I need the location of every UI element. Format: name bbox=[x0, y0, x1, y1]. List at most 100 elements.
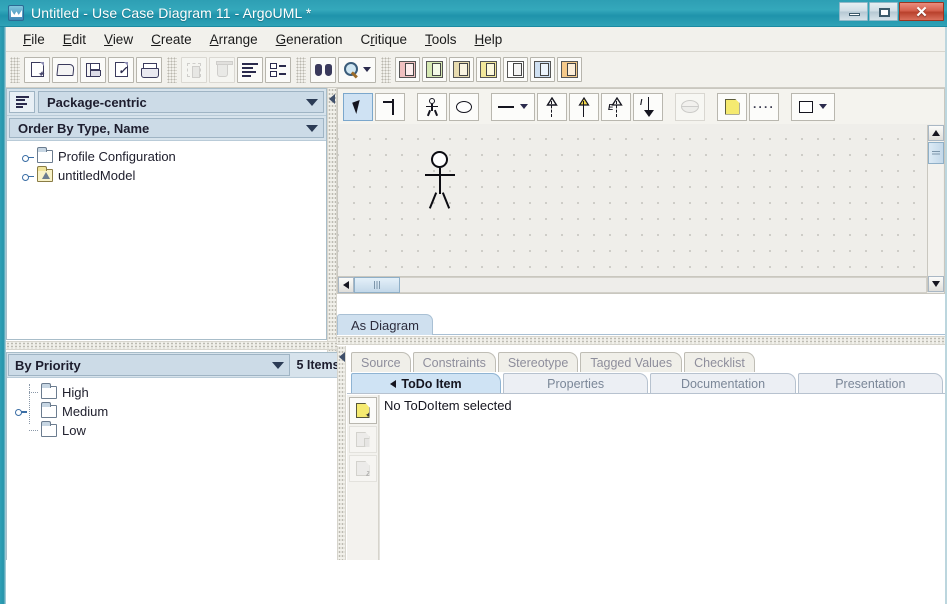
align-button[interactable] bbox=[237, 56, 263, 83]
todo-priority-combo[interactable]: By Priority bbox=[8, 354, 290, 376]
find-button[interactable] bbox=[310, 56, 336, 83]
include-tool-button[interactable]: E bbox=[601, 92, 631, 121]
tree-item-profile-configuration[interactable]: Profile Configuration bbox=[13, 147, 326, 166]
toolbar-grip-2[interactable] bbox=[167, 56, 177, 83]
expander-icon[interactable] bbox=[21, 149, 37, 165]
maximize-button[interactable] bbox=[869, 2, 898, 21]
splitter-collapse-icon-2[interactable] bbox=[339, 352, 345, 362]
tree-item-untitled-model[interactable]: untitledModel bbox=[13, 166, 326, 185]
package-tool-button[interactable] bbox=[675, 92, 705, 121]
tab-todo-item[interactable]: ToDo Item bbox=[351, 373, 501, 393]
chevron-down-icon-2[interactable] bbox=[306, 124, 318, 132]
todo-item-low[interactable]: Low bbox=[7, 421, 345, 440]
resolve-todo-item-button[interactable]: z bbox=[348, 455, 377, 482]
select-tool-button[interactable] bbox=[343, 92, 373, 121]
association-tool-button[interactable] bbox=[491, 92, 535, 121]
broom-tool-button[interactable] bbox=[375, 92, 405, 121]
toolbar-grip-4[interactable] bbox=[381, 56, 391, 83]
tab-properties[interactable]: Properties bbox=[503, 373, 649, 393]
tab-presentation[interactable]: Presentation bbox=[797, 373, 943, 393]
tab-constraints[interactable]: Constraints bbox=[412, 352, 496, 372]
scroll-left-button[interactable] bbox=[338, 277, 354, 293]
tab-checklist[interactable]: Checklist bbox=[684, 352, 755, 372]
horizontal-scroll-thumb[interactable] bbox=[354, 277, 400, 293]
generalization-tool-button[interactable] bbox=[537, 92, 567, 121]
chevron-down-icon[interactable] bbox=[306, 98, 318, 106]
open-button[interactable] bbox=[52, 56, 78, 83]
menu-create[interactable]: Create bbox=[142, 30, 201, 49]
usecase-diagram-button[interactable] bbox=[395, 57, 420, 82]
new-todo-item-button[interactable]: ✦ bbox=[348, 397, 377, 424]
back-arrow-icon[interactable] bbox=[390, 379, 397, 388]
folder-icon-low bbox=[41, 421, 57, 437]
class-diagram-button[interactable] bbox=[422, 57, 447, 82]
tab-documentation-label: Documentation bbox=[680, 376, 766, 391]
minimize-button[interactable] bbox=[839, 2, 868, 21]
order-combo[interactable]: Order By Type, Name bbox=[9, 118, 324, 138]
menu-view[interactable]: View bbox=[95, 30, 142, 49]
collaboration-diagram-button[interactable] bbox=[476, 57, 501, 82]
save-button[interactable] bbox=[80, 56, 106, 83]
menu-arrange[interactable]: Arrange bbox=[201, 30, 267, 49]
vertical-scroll-thumb[interactable] bbox=[928, 142, 944, 164]
import-icon: ✓ bbox=[114, 61, 128, 77]
menu-generation[interactable]: Generation bbox=[267, 30, 352, 49]
zoom-dropdown-icon[interactable] bbox=[362, 67, 371, 72]
association-line-icon bbox=[498, 105, 514, 108]
perspective-combo[interactable]: Package-centric bbox=[38, 91, 324, 113]
print-button[interactable] bbox=[136, 56, 162, 83]
comment-tool-button[interactable] bbox=[717, 92, 747, 121]
activity-diagram-button[interactable] bbox=[530, 57, 555, 82]
deployment-diagram-button[interactable] bbox=[557, 57, 582, 82]
chevron-down-icon-3[interactable] bbox=[272, 361, 284, 369]
expander-icon-2[interactable] bbox=[21, 168, 37, 184]
comment-link-tool-button[interactable]: ···· bbox=[749, 92, 779, 121]
menu-critique[interactable]: Critique bbox=[351, 30, 416, 49]
properties-button[interactable] bbox=[265, 56, 291, 83]
tab-documentation[interactable]: Documentation bbox=[650, 373, 796, 393]
import-button[interactable]: ✓ bbox=[108, 56, 134, 83]
sequence-diagram-button[interactable] bbox=[449, 57, 474, 82]
tab-stereotype[interactable]: Stereotype bbox=[497, 352, 579, 372]
toolbar-grip[interactable] bbox=[10, 56, 20, 83]
zoom-button[interactable] bbox=[338, 56, 376, 83]
rectangle-tool-button[interactable] bbox=[791, 92, 835, 121]
delete-todo-item-button[interactable] bbox=[348, 426, 377, 453]
diagram-canvas[interactable] bbox=[337, 124, 945, 294]
delete-button[interactable] bbox=[209, 56, 235, 83]
scroll-up-button[interactable] bbox=[928, 125, 944, 141]
horizontal-splitter-left[interactable] bbox=[6, 341, 337, 350]
horizontal-splitter-right[interactable] bbox=[337, 336, 945, 345]
tree-connector-high bbox=[29, 392, 38, 393]
statechart-diagram-button[interactable] bbox=[503, 57, 528, 82]
splitter-collapse-icon[interactable] bbox=[329, 94, 335, 104]
usecase-tool-button[interactable] bbox=[449, 92, 479, 121]
dependency-tool-button[interactable]: I bbox=[633, 92, 663, 121]
window-title-bar: Untitled - Use Case Diagram 11 - ArgoUML… bbox=[0, 0, 947, 27]
todo-item-medium[interactable]: Medium bbox=[7, 402, 345, 421]
association-dropdown-icon[interactable] bbox=[520, 104, 528, 109]
menu-file[interactable]: File bbox=[14, 30, 54, 49]
toolbar-grip-3[interactable] bbox=[296, 56, 306, 83]
scroll-down-button[interactable] bbox=[928, 276, 944, 292]
todo-item-high[interactable]: High bbox=[7, 383, 345, 402]
perspective-config-button[interactable] bbox=[9, 91, 35, 113]
menu-edit[interactable]: Edit bbox=[54, 30, 95, 49]
menu-tools[interactable]: Tools bbox=[416, 30, 466, 49]
horizontal-scroll-track[interactable] bbox=[400, 277, 927, 293]
tab-as-diagram[interactable]: As Diagram bbox=[337, 314, 433, 335]
cut-button[interactable] bbox=[181, 56, 207, 83]
actor-figure[interactable] bbox=[423, 151, 459, 211]
extend-arrow-icon bbox=[577, 96, 591, 117]
tab-tagged-values[interactable]: Tagged Values bbox=[580, 352, 683, 372]
menu-help[interactable]: Help bbox=[466, 30, 512, 49]
tab-source[interactable]: Source bbox=[351, 352, 411, 372]
canvas-vertical-scrollbar[interactable] bbox=[927, 125, 944, 292]
new-button[interactable]: ✦ bbox=[24, 56, 50, 83]
expander-icon-medium[interactable] bbox=[14, 403, 30, 419]
close-button[interactable]: ✕ bbox=[899, 2, 944, 21]
actor-tool-button[interactable] bbox=[417, 92, 447, 121]
extend-tool-button[interactable] bbox=[569, 92, 599, 121]
canvas-horizontal-scrollbar[interactable] bbox=[338, 276, 927, 293]
rectangle-dropdown-icon[interactable] bbox=[819, 104, 827, 109]
